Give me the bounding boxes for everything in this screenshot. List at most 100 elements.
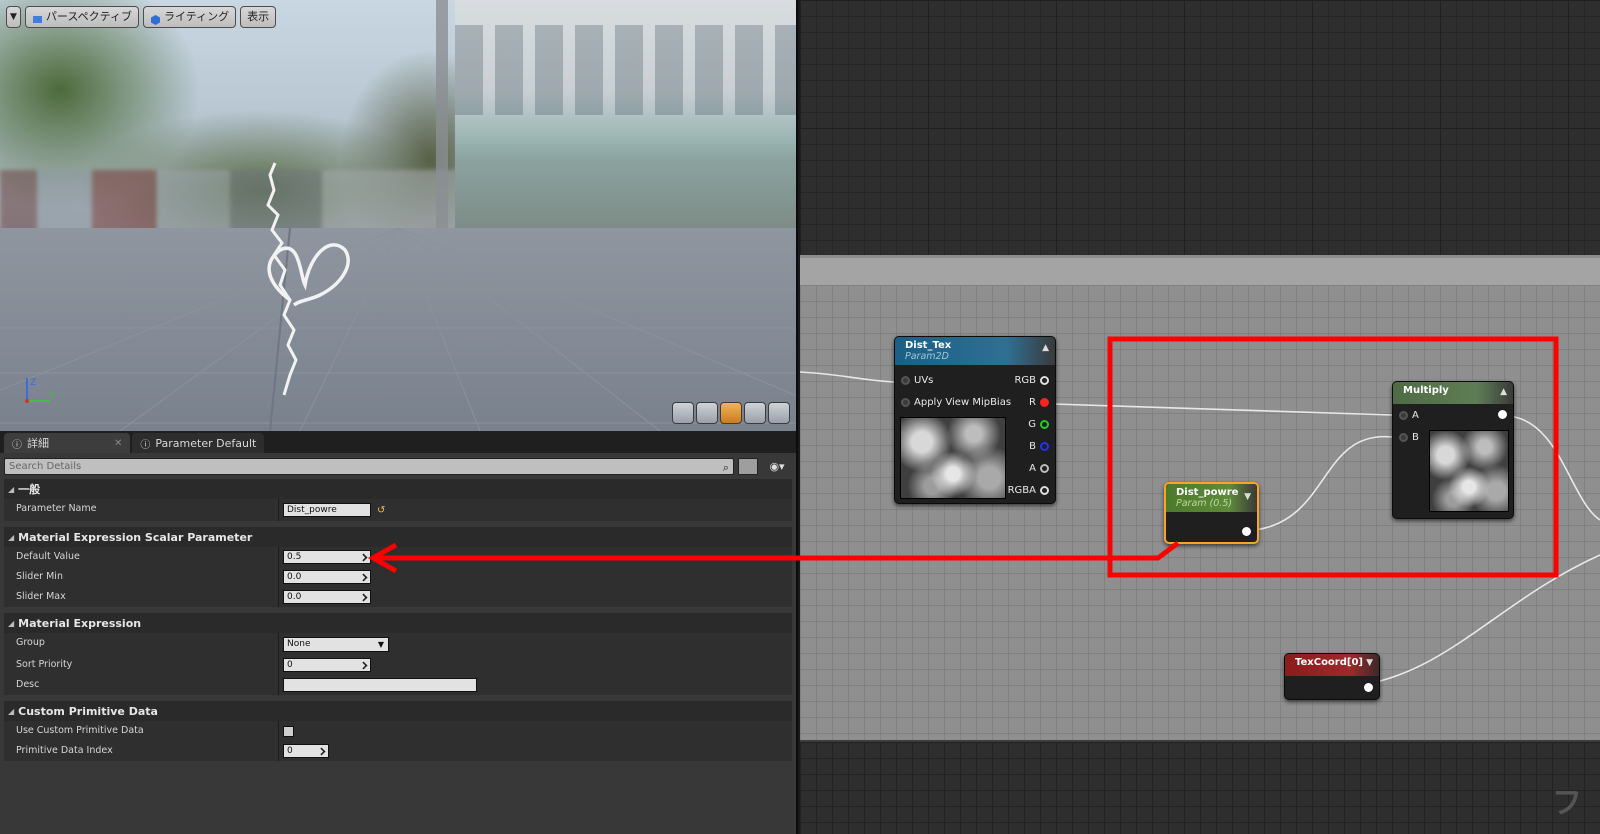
node-dist-tex-subtitle: Param2D — [905, 351, 949, 362]
viewport-panel[interactable]: ▼ パースペクティブ ライティング 表示 Z Y — [0, 0, 798, 431]
perspective-label: パースペクティブ — [45, 10, 132, 23]
viewport-floor-grid — [0, 228, 796, 431]
slider-min-field[interactable]: 0.0 — [283, 570, 371, 584]
desc-field[interactable] — [283, 678, 477, 692]
use-custom-primitive-checkbox[interactable] — [283, 725, 294, 737]
node-texcoord[interactable]: TexCoord[0] ▼ — [1284, 653, 1380, 700]
node-dist-powre-header[interactable]: Dist_powre Param (0.5) ▼ — [1166, 484, 1257, 512]
viewport-pole — [436, 0, 448, 230]
group-dropdown[interactable]: None ▼ — [283, 636, 389, 652]
category-general[interactable]: ◢ 一般 — [4, 479, 792, 499]
node-dist-powre[interactable]: Dist_powre Param (0.5) ▼ — [1164, 482, 1259, 544]
wire-r-to-a — [1052, 403, 1393, 416]
pin-dist-powre-output[interactable] — [1242, 527, 1251, 536]
pin-r[interactable]: R — [1029, 397, 1049, 408]
pin-output-icon — [1242, 527, 1251, 536]
chevron-down-icon: ▼ — [377, 639, 384, 649]
node-dist-tex-title: Dist_Tex — [905, 340, 952, 351]
collapse-icon[interactable]: ▲ — [1042, 343, 1049, 353]
slider-max-field[interactable]: 0.0 — [283, 590, 371, 604]
info-icon: ⓘ — [140, 439, 151, 451]
show-button[interactable]: 表示 — [240, 6, 277, 28]
tab-parameter-defaults[interactable]: ⓘ Parameter Default — [132, 433, 265, 453]
node-multiply[interactable]: Multiply ▲ A B — [1392, 381, 1514, 519]
preview-cylinder-button[interactable] — [672, 402, 694, 424]
lighting-button[interactable]: ライティング — [142, 6, 237, 28]
node-multiply-header[interactable]: Multiply ▲ — [1393, 382, 1513, 404]
pin-g-label: G — [1028, 419, 1036, 430]
slider-min-label: Slider Min — [4, 567, 279, 587]
pin-rgb[interactable]: RGB — [1014, 375, 1049, 386]
chevron-down-icon[interactable]: ▼ — [1244, 492, 1251, 502]
pin-texcoord-output[interactable] — [1364, 683, 1373, 692]
wire-texcoord — [1361, 554, 1600, 686]
chevron-down-icon[interactable]: ▼ — [1366, 658, 1373, 668]
close-icon[interactable]: ✕ — [114, 438, 122, 449]
material-graph[interactable]: Dist_Tex Param2D ▲ UVs Apply View MipBia… — [800, 0, 1600, 834]
pin-uvs-label: UVs — [914, 375, 934, 386]
node-texcoord-header[interactable]: TexCoord[0] ▼ — [1285, 654, 1379, 676]
pin-b-icon — [1040, 442, 1049, 451]
pin-a[interactable]: A — [1029, 463, 1049, 474]
pin-g-icon — [1040, 420, 1049, 429]
pin-uvs[interactable]: UVs — [901, 375, 933, 386]
pin-multiply-b[interactable]: B — [1399, 432, 1419, 443]
category-custom-primitive-data[interactable]: ◢ Custom Primitive Data — [4, 701, 792, 721]
sort-priority-field[interactable]: 0 — [283, 658, 371, 672]
search-details-input[interactable]: Search Details ⌕ — [4, 458, 734, 475]
preview-custom-mesh-button[interactable] — [768, 402, 790, 424]
group-label: Group — [4, 633, 279, 655]
preview-plane-button[interactable] — [720, 402, 742, 424]
show-label: 表示 — [247, 10, 270, 23]
pin-multiply-output[interactable] — [1498, 410, 1507, 419]
node-multiply-title: Multiply — [1403, 385, 1449, 396]
tab-details[interactable]: ⓘ 詳細 ✕ — [4, 433, 131, 453]
wire-uv-input — [800, 371, 895, 383]
pin-apply-view-mipbias[interactable]: Apply View MipBias — [901, 397, 1011, 408]
pin-rgba-label: RGBA — [1007, 485, 1036, 496]
pin-mipbias-icon — [901, 398, 910, 407]
node-dist-tex-header[interactable]: Dist_Tex Param2D ▲ — [895, 337, 1055, 365]
axis-gizmo: Z Y — [22, 376, 62, 410]
wire-multiply-out — [1507, 415, 1600, 521]
perspective-button[interactable]: パースペクティブ — [24, 6, 139, 28]
collapse-icon[interactable]: ▲ — [1500, 387, 1507, 397]
pin-b-icon — [1399, 433, 1408, 442]
property-matrix-button[interactable] — [738, 458, 758, 475]
preview-sphere-button[interactable] — [696, 402, 718, 424]
primitive-data-index-field[interactable]: 0 — [283, 744, 329, 758]
pin-g[interactable]: G — [1028, 419, 1049, 430]
reset-to-default-icon[interactable]: ↺ — [377, 505, 385, 516]
tab-parameter-defaults-label: Parameter Default — [155, 436, 257, 450]
category-material-expression[interactable]: ◢ Material Expression — [4, 613, 792, 633]
pin-b[interactable]: B — [1029, 441, 1049, 452]
viewport-options-button[interactable]: ▼ — [6, 6, 21, 28]
pin-output-icon — [1498, 410, 1507, 419]
primitive-data-index-label: Primitive Data Index — [4, 741, 279, 761]
default-value-field[interactable]: 0.5 — [283, 550, 371, 564]
category-general-title: 一般 — [18, 483, 41, 496]
pin-r-label: R — [1029, 397, 1036, 408]
pin-rgba[interactable]: RGBA — [1008, 485, 1049, 496]
category-custom-primitive-data-title: Custom Primitive Data — [18, 704, 158, 718]
pin-multiply-a[interactable]: A — [1399, 410, 1419, 421]
wire-param-to-b — [1254, 435, 1393, 531]
preview-cube-button[interactable] — [744, 402, 766, 424]
parameter-name-field[interactable]: Dist_powre — [283, 503, 371, 517]
texture-preview-thumbnail — [900, 417, 1006, 499]
viewport-parked-cars — [0, 170, 460, 235]
category-material-expression-title: Material Expression — [18, 616, 142, 630]
use-custom-primitive-label: Use Custom Primitive Data — [4, 721, 279, 741]
graph-watermark: フ — [1552, 786, 1582, 821]
dropdown-arrow-icon: ▼ — [10, 12, 17, 22]
pin-rgba-icon — [1040, 486, 1049, 495]
pin-multiply-a-label: A — [1412, 410, 1419, 421]
pin-a-icon — [1399, 411, 1408, 420]
view-options-button[interactable]: ◉▾ — [762, 458, 792, 475]
desc-label: Desc — [4, 675, 279, 695]
viewport-building — [455, 0, 796, 230]
node-dist-tex[interactable]: Dist_Tex Param2D ▲ UVs Apply View MipBia… — [894, 336, 1056, 504]
sort-priority-label: Sort Priority — [4, 655, 279, 675]
eye-icon: ◉▾ — [769, 460, 785, 473]
category-scalar-parameter[interactable]: ◢ Material Expression Scalar Parameter — [4, 527, 792, 547]
